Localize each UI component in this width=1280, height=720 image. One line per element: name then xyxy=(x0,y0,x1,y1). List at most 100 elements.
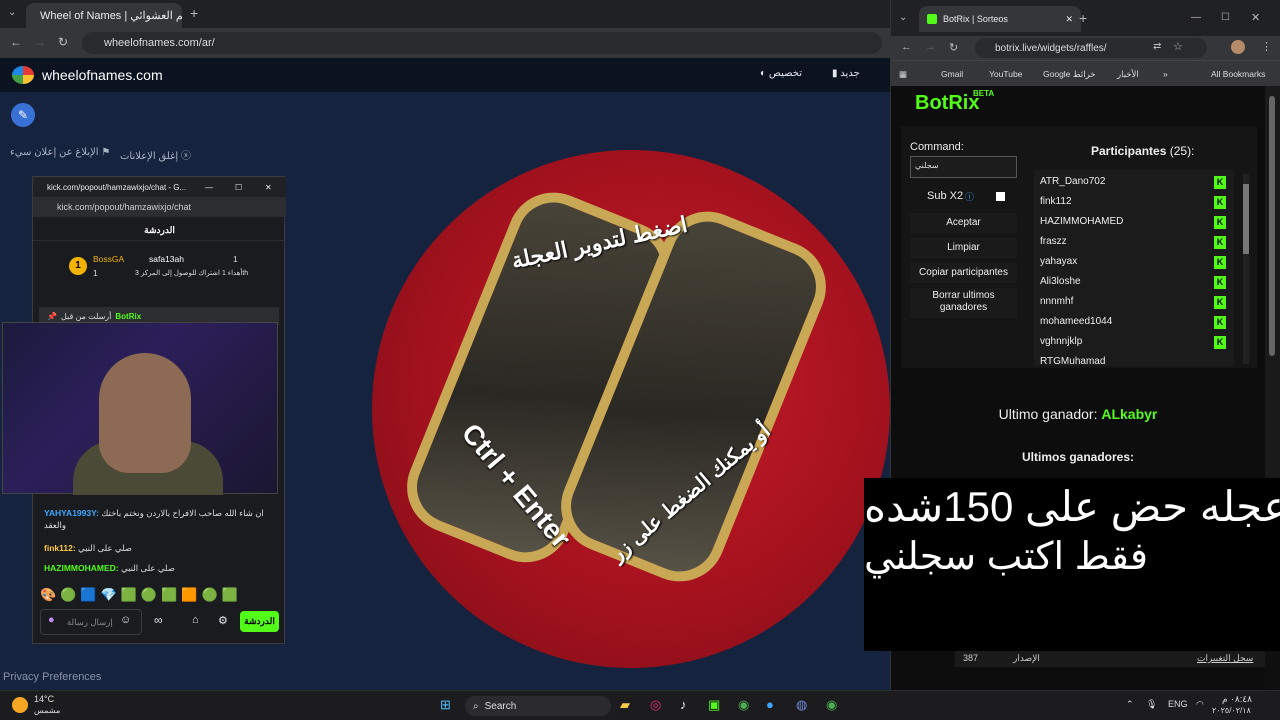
gift-message: أهداء 1 اشتراك للوصول إلى المركز 3th xyxy=(135,270,249,277)
minimize-icon[interactable]: — xyxy=(205,183,213,192)
header-customize[interactable]: ◐ تخصيص xyxy=(760,68,802,79)
participants-list[interactable]: ATR_Dano702 K fink112 K HAZIMMOHAMED K f… xyxy=(1034,170,1234,366)
chat-window-title: kick.com/popout/hamzawixjo/chat - G... xyxy=(47,182,187,192)
more-bookmarks-icon[interactable]: » xyxy=(1163,69,1168,79)
wifi-icon[interactable]: ◠ xyxy=(1196,699,1204,710)
webcam-overlay xyxy=(2,322,278,495)
chat-message: YAHYA1993Y: ان شاء الله صاحب الافراح بال… xyxy=(44,507,274,531)
participant-item: RTGMuhamad xyxy=(1040,356,1106,366)
mic-icon[interactable]: ● xyxy=(48,614,55,626)
clear-button[interactable]: Limpiar xyxy=(910,238,1017,258)
info-icon[interactable]: ⓘ xyxy=(965,190,974,203)
bookmark-star-icon[interactable]: ☆ xyxy=(1173,40,1183,53)
close-icon[interactable]: ✕ xyxy=(265,183,272,192)
page-scrollbar[interactable] xyxy=(1265,86,1280,478)
new-tab-icon[interactable]: + xyxy=(190,5,198,21)
botrix-logo[interactable]: BotRix xyxy=(915,92,979,115)
top-gifter-name[interactable]: BossGA xyxy=(93,254,124,264)
settings-icon[interactable]: ⚙ xyxy=(218,614,228,627)
chat-user[interactable]: YAHYA1993Y: xyxy=(44,508,99,518)
discord-icon[interactable]: ◍ xyxy=(796,697,807,713)
kick-badge-icon: K xyxy=(1214,276,1226,289)
bookmark-news[interactable]: الأخبار xyxy=(1117,69,1139,80)
tab-botrix[interactable]: BotRix | Sorteos ✕ xyxy=(919,6,1081,32)
chat-send-button[interactable]: الدردشة xyxy=(240,611,279,632)
emote-bar[interactable]: 🎨🟢🟦💎🟩🟢🟩🟧🟢🟩 xyxy=(40,587,242,603)
changelog-link[interactable]: سجل التغييرات xyxy=(1197,653,1253,664)
tab-title: Wheel of Names | عجلة الاسم العشوائي xyxy=(40,10,182,22)
chat-user[interactable]: HAZIMMOHAMED: xyxy=(44,563,119,573)
bookmark-gmail[interactable]: Gmail xyxy=(941,69,963,79)
version-strip: 387 الإصدار سجل التغييرات xyxy=(955,651,1265,667)
close-circle-icon: ⓧ xyxy=(180,151,191,162)
last-winners-title: Ultimos ganadores: xyxy=(1021,450,1135,464)
edit-pen-icon[interactable]: ✎ xyxy=(11,103,35,127)
clear-winners-button[interactable]: Borrar ultimos ganadores xyxy=(910,288,1017,318)
translate-icon[interactable]: ⇄ xyxy=(1153,41,1161,52)
tiktok-icon[interactable]: ♪ xyxy=(680,697,687,712)
bookmark-maps[interactable]: Google خرائط xyxy=(1043,69,1096,80)
messenger-icon[interactable]: ● xyxy=(766,697,774,712)
close-ads-link[interactable]: إغلق الإعلانات ⓧ xyxy=(120,147,191,162)
all-bookmarks[interactable]: All Bookmarks xyxy=(1211,69,1265,79)
report-ad-link[interactable]: الإبلاغ عن إعلان سيء ⚑ xyxy=(10,147,110,158)
menu-icon[interactable]: ⋮ xyxy=(1261,40,1272,53)
tray-expand-icon[interactable]: ⌃ xyxy=(1126,699,1134,710)
chrome-icon[interactable]: ◉ xyxy=(738,697,749,713)
gifter-name[interactable]: safa13ah xyxy=(149,254,184,264)
url-field[interactable]: wheelofnames.com/ar/ xyxy=(82,32,882,54)
emoji-icon[interactable]: ☺ xyxy=(120,614,131,626)
infinity-icon[interactable]: ∞ xyxy=(154,613,163,627)
command-label: Command: xyxy=(910,141,964,153)
app-icon[interactable]: ▣ xyxy=(708,697,720,713)
reload-icon[interactable]: ↻ xyxy=(58,35,68,49)
chat-user[interactable]: fink112: xyxy=(44,543,76,553)
window-close-icon[interactable]: ✕ xyxy=(1251,11,1260,24)
forward-icon[interactable]: → xyxy=(925,41,936,53)
mic-tray-icon[interactable]: 🎙 xyxy=(1146,699,1157,710)
file-explorer-icon[interactable]: ▰ xyxy=(620,697,630,713)
window-maximize-icon[interactable]: ☐ xyxy=(1221,12,1230,23)
forward-icon[interactable]: → xyxy=(34,35,46,49)
accept-button[interactable]: Aceptar xyxy=(910,213,1017,233)
instagram-icon[interactable]: ◎ xyxy=(650,697,661,713)
chrome-icon-2[interactable]: ◉ xyxy=(826,697,837,713)
overlay-line-2: فقط اكتب سجلني xyxy=(864,536,1149,578)
participant-item: vghnnjklp xyxy=(1040,336,1083,347)
wheelofnames-logo-icon[interactable] xyxy=(12,66,34,84)
start-icon[interactable]: ⊞ xyxy=(440,697,451,713)
new-tab-icon[interactable]: + xyxy=(1079,10,1087,26)
tab-close-icon[interactable]: ✕ xyxy=(1065,14,1073,25)
bookmarks-bar: ▦ Gmail YouTube Google خرائط الأخبار » A… xyxy=(891,60,1280,86)
windows-taskbar: 14°C مشمس ⊞ ⌕ Search ▰ ◎ ♪ ▣ ◉ ● ◍ ◉ ⌃ 🎙… xyxy=(0,690,1280,720)
sub-x2-checkbox[interactable] xyxy=(996,192,1005,201)
tab-search-icon[interactable]: ⌄ xyxy=(899,12,907,23)
copy-participants-button[interactable]: Copiar participantes xyxy=(910,263,1017,283)
profile-avatar-icon[interactable] xyxy=(1231,40,1245,54)
apps-grid-icon[interactable]: ▦ xyxy=(899,69,907,80)
overlay-line-1: عجله حض على 150شده xyxy=(864,483,1280,530)
maximize-icon[interactable]: ☐ xyxy=(235,183,242,192)
tab-search-icon[interactable]: ⌄ xyxy=(8,7,16,18)
command-input[interactable]: سجلني xyxy=(910,156,1017,178)
back-icon[interactable]: ← xyxy=(10,35,22,49)
time[interactable]: ٠٨:٤٨ م xyxy=(1222,694,1252,705)
participants-scrollbar[interactable] xyxy=(1243,174,1249,364)
weather-temp[interactable]: 14°C xyxy=(34,694,54,704)
store-icon[interactable]: ⌂ xyxy=(192,614,199,626)
header-new[interactable]: ▮ جديد xyxy=(832,68,860,79)
window-minimize-icon[interactable]: — xyxy=(1191,12,1201,23)
weather-icon[interactable] xyxy=(12,697,28,713)
privacy-preferences[interactable]: Privacy Preferences xyxy=(3,671,101,683)
search-label: Search xyxy=(484,700,517,712)
brand-name[interactable]: wheelofnames.com xyxy=(42,67,163,83)
reload-icon[interactable]: ↻ xyxy=(949,41,958,54)
taskbar-search[interactable]: ⌕ Search xyxy=(465,696,611,716)
bookmark-youtube[interactable]: YouTube xyxy=(989,69,1022,79)
language-indicator[interactable]: ENG xyxy=(1168,699,1188,709)
date[interactable]: ٢٠٢٥/٠٢/١٨ xyxy=(1212,706,1251,715)
tab-wheelofnames[interactable]: Wheel of Names | عجلة الاسم العشوائي ✕ xyxy=(26,3,182,28)
sub-x2-label: Sub X2 xyxy=(927,190,964,202)
botrix-tab-bar: ⌄ BotRix | Sorteos ✕ + — ☐ ✕ xyxy=(891,0,1280,36)
back-icon[interactable]: ← xyxy=(901,41,912,53)
